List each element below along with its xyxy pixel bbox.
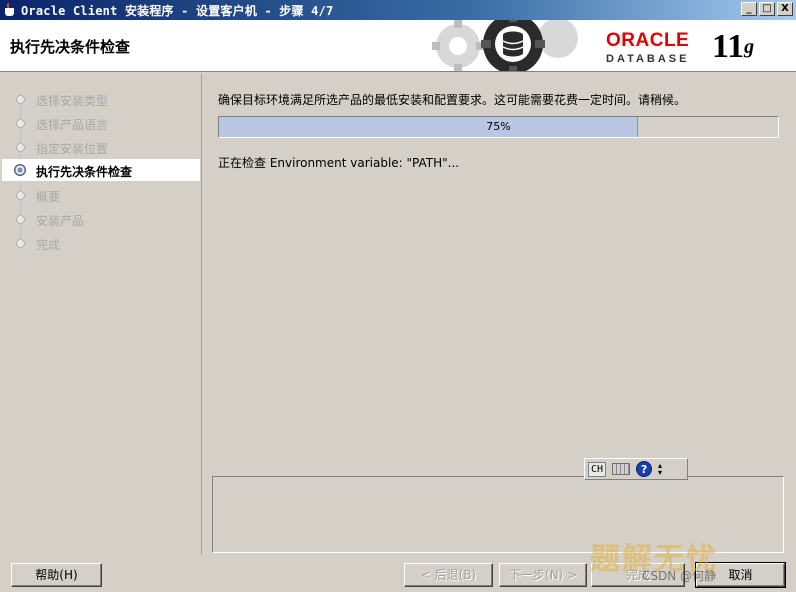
version-badge: 11g [712, 30, 754, 64]
gears-database-icon [432, 20, 578, 71]
java-cup-icon [3, 3, 17, 17]
close-button[interactable]: X [777, 2, 793, 16]
help-button[interactable]: 帮助(H) [11, 563, 102, 587]
cancel-button[interactable]: 取消 [695, 562, 786, 588]
logo-product: DATABASE [606, 53, 690, 65]
step-item-install-type: 选择安装类型 [2, 88, 200, 110]
main-panel: 确保目标环境满足所选产品的最低安装和配置要求。这可能需要花费一定时间。请稍候。 … [203, 74, 796, 555]
step-item-language: 选择产品语言 [2, 112, 200, 134]
step-done-icon [16, 95, 25, 104]
step-item-location: 指定安装位置 [2, 136, 200, 158]
page-title: 执行先决条件检查 [10, 38, 131, 56]
logo-brand: ORACLE [606, 30, 690, 51]
step-label: 选择产品语言 [36, 118, 109, 132]
ime-toolbar[interactable]: CH ? ▴ ▾ [584, 458, 688, 480]
status-text: 正在检查 Environment variable: "PATH"... [218, 156, 460, 170]
step-label: 执行先决条件检查 [36, 165, 133, 179]
help-icon[interactable]: ? [636, 461, 653, 477]
progress-text: 75% [486, 120, 511, 133]
version-letter: g [744, 36, 755, 58]
steps-sidebar: 选择安装类型 选择产品语言 指定安装位置 执行先决条件检查 概要 安装产品 完成 [2, 74, 202, 555]
version-number: 11 [712, 28, 745, 65]
window-titlebar[interactable]: Oracle Client 安装程序 - 设置客户机 - 步骤 4/7 _ □ … [0, 0, 796, 20]
step-label: 概要 [36, 190, 61, 204]
step-label: 选择安装类型 [36, 94, 109, 108]
step-pending-icon [16, 239, 25, 248]
details-area[interactable] [212, 476, 784, 553]
back-button[interactable]: < 后退(B) [404, 563, 493, 587]
step-label: 安装产品 [36, 214, 85, 228]
step-item-prereq-check: 执行先决条件检查 [2, 159, 200, 181]
next-button[interactable]: 下一步(N) > [499, 563, 587, 587]
step-done-icon [16, 119, 25, 128]
step-pending-icon [16, 215, 25, 224]
keyboard-icon[interactable] [612, 463, 631, 475]
oracle-logo: ORACLE DATABASE [606, 30, 690, 65]
step-label: 指定安装位置 [36, 142, 109, 156]
step-pending-icon [16, 191, 25, 200]
step-done-icon [16, 143, 25, 152]
footer-bar: 帮助(H) < 后退(B) 下一步(N) > 完成 取消 [0, 556, 796, 592]
intro-text: 确保目标环境满足所选产品的最低安装和配置要求。这可能需要花费一定时间。请稍候。 [218, 93, 687, 107]
window-controls: _ □ X [741, 2, 793, 16]
finish-button[interactable]: 完成 [591, 563, 685, 587]
minimize-button[interactable]: _ [741, 2, 757, 16]
step-item-summary: 概要 [2, 184, 200, 206]
maximize-button[interactable]: □ [759, 2, 775, 16]
header-banner: 执行先决条件检查 ORACLE DATABASE 11g [0, 20, 796, 72]
step-item-install-product: 安装产品 [2, 208, 200, 230]
ime-mode-button[interactable]: CH [588, 461, 607, 477]
step-current-icon [14, 164, 26, 176]
window-title: Oracle Client 安装程序 - 设置客户机 - 步骤 4/7 [21, 3, 334, 18]
step-item-finish: 完成 [2, 232, 200, 254]
options-arrow-icon[interactable]: ▴ ▾ [658, 462, 662, 477]
progress-bar: 75% [218, 116, 779, 138]
step-label: 完成 [36, 238, 61, 252]
